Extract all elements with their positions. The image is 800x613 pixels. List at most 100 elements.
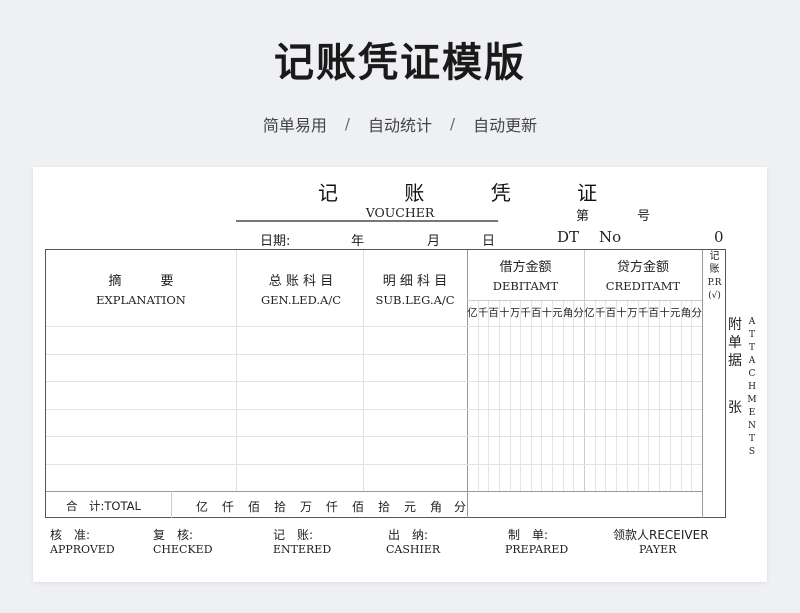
total-unit-label: 万 <box>300 500 313 514</box>
debit-digit-label: 十 <box>541 307 553 319</box>
attachments-cn-char: 附 <box>728 317 742 333</box>
amount-header-line <box>467 300 702 301</box>
credit-digit-label: 千 <box>594 307 606 319</box>
posted-mark: (√) <box>708 291 721 301</box>
attachments-en-char: H <box>748 382 756 392</box>
posted-header-cn: 记账 <box>709 251 720 275</box>
attachments-en-char: T <box>748 343 755 353</box>
debit-digit-divider <box>530 300 532 491</box>
attachments-cn-char: 据 <box>728 353 742 369</box>
debit-digit-label: 百 <box>488 307 499 319</box>
credit-header-cn: 贷方金额 <box>616 260 669 275</box>
credit-digit-label: 千 <box>637 307 649 319</box>
table-row-line <box>46 381 702 382</box>
voucher-subtitle: VOUCHER <box>365 205 435 220</box>
day-label: 日 <box>482 234 496 249</box>
signature-label-cn: 复 核: <box>153 528 194 542</box>
debit-header: 借方金额 DEBITAMT <box>467 256 584 293</box>
debit-digit-label: 亿 <box>467 307 478 319</box>
signature-label-cn: 出 纳: <box>388 528 429 542</box>
signature-label-en: ENTERED <box>273 543 332 556</box>
table-row-line <box>46 464 702 465</box>
credit-digit-label: 十 <box>659 307 670 319</box>
attachments-unit: 张 <box>728 400 742 416</box>
summary-header: 摘 要 EXPLANATION <box>86 270 196 307</box>
attachments-en-char: S <box>748 447 756 457</box>
credit-header-en: CREDITAMT <box>605 279 681 293</box>
signature-label-en: CASHIER <box>386 543 441 556</box>
attachments-cn-char: 单 <box>728 335 742 351</box>
signature-label-cn: 领款人RECEIVER <box>613 528 709 542</box>
ledger-header: 总 账 科 目 GEN.LED.A/C <box>246 270 356 307</box>
debit-digit-label: 角 <box>562 307 574 319</box>
total-col-divider <box>171 491 172 518</box>
attachments-en-char: M <box>747 395 757 405</box>
signature-label-en: CHECKED <box>153 543 213 556</box>
credit-digit-divider <box>594 300 596 491</box>
debit-digit-label: 十 <box>498 307 510 319</box>
total-label: 合 计:TOTAL <box>66 499 141 513</box>
subledger-header-cn: 明 细 科 目 <box>382 274 448 289</box>
posted-header: 记账 P.R (√) <box>703 250 726 303</box>
total-unit-label: 佰 <box>352 500 365 514</box>
voucher-card: 记 账 凭 证 VOUCHER 第 号 日期: 年 月 日 DT No 0 摘 … <box>33 167 767 582</box>
debit-digit-label: 元 <box>552 307 563 319</box>
attachments-en-char: T <box>748 434 755 444</box>
debit-digit-divider <box>509 300 511 491</box>
credit-digit-divider <box>659 300 661 491</box>
subledger-header-en: SUB.LEG.A/C <box>375 293 455 307</box>
attachments-en-char: N <box>748 421 756 431</box>
debit-header-cn: 借方金额 <box>499 260 552 275</box>
dt-label: DT <box>557 228 580 246</box>
total-unit-label: 分 <box>454 500 467 514</box>
debit-digit-divider <box>562 300 564 491</box>
credit-digit-divider <box>691 300 693 491</box>
debit-digit-label: 千 <box>477 307 489 319</box>
credit-digit-divider <box>680 300 682 491</box>
table-row-line <box>46 409 702 410</box>
credit-digit-label: 分 <box>691 307 702 319</box>
attachments-en-char: E <box>748 408 756 418</box>
debit-digit-divider <box>488 300 490 491</box>
ledger-header-cn: 总 账 科 目 <box>268 274 334 289</box>
summary-header-en: EXPLANATION <box>96 293 186 307</box>
debit-digit-label: 千 <box>520 307 531 319</box>
posted-header-en: P.R <box>707 278 722 288</box>
signature-label-cn: 核 准: <box>50 528 91 542</box>
debit-digit-divider <box>520 300 522 491</box>
debit-digit-divider <box>498 300 500 491</box>
tag-auto-stats: 自动统计 <box>367 116 432 135</box>
total-unit-label: 亿 <box>196 500 209 514</box>
ledger-header-en: GEN.LED.A/C <box>260 293 342 307</box>
no-label: No <box>599 228 622 246</box>
tagline: 简单易用 / 自动统计 / 自动更新 <box>0 112 800 136</box>
signature-label-en: PREPARED <box>505 543 569 556</box>
total-unit-label: 仟 <box>326 500 339 514</box>
year-label: 年 <box>351 234 365 249</box>
debit-digit-divider <box>541 300 543 491</box>
total-unit-label: 元 <box>404 500 417 514</box>
credit-digit-divider <box>616 300 618 491</box>
voucher-ordinal: 第 号 <box>576 209 673 224</box>
tag-easy: 简单易用 <box>262 116 327 135</box>
total-unit-label: 拾 <box>378 500 391 514</box>
credit-digit-divider <box>637 300 639 491</box>
credit-digit-divider <box>626 300 628 491</box>
col-divider <box>236 250 237 491</box>
credit-digit-divider <box>669 300 671 491</box>
debit-digit-divider <box>477 300 479 491</box>
debit-digit-label: 百 <box>530 307 542 319</box>
total-unit-label: 佰 <box>248 500 261 514</box>
month-label: 月 <box>427 234 441 249</box>
title-underline <box>236 220 498 222</box>
attachments-en-char: A <box>748 356 756 366</box>
tag-separator: / <box>344 115 350 133</box>
page-title: 记账凭证模版 <box>274 40 526 86</box>
subledger-header: 明 细 科 目 SUB.LEG.A/C <box>363 270 467 307</box>
debit-digit-label: 万 <box>509 307 521 319</box>
total-unit-label: 角 <box>430 500 443 514</box>
credit-digit-label: 百 <box>648 307 659 319</box>
signature-label-cn: 记 账: <box>273 528 314 542</box>
tag-auto-update: 自动更新 <box>473 116 538 135</box>
debit-header-en: DEBITAMT <box>492 279 559 293</box>
